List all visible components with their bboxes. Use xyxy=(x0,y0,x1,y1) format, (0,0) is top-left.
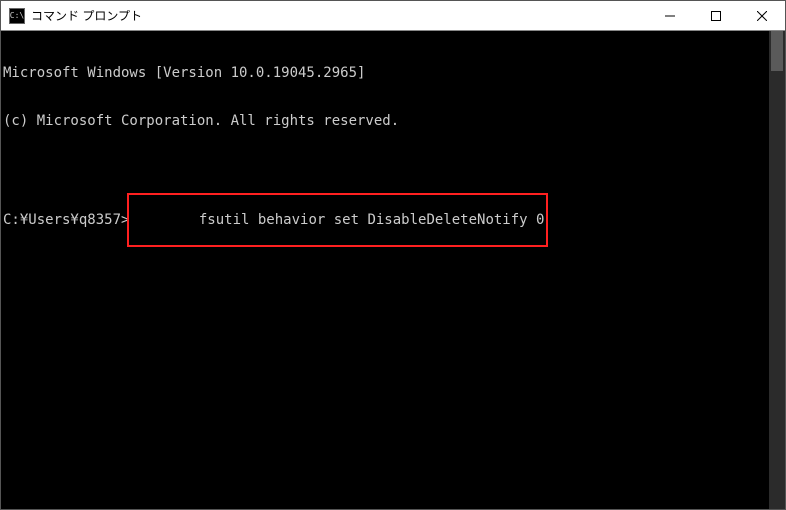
window-controls xyxy=(647,1,785,30)
maximize-button[interactable] xyxy=(693,1,739,30)
scrollbar[interactable] xyxy=(769,31,785,509)
command-text: fsutil behavior set DisableDeleteNotify … xyxy=(199,212,545,228)
scrollbar-thumb[interactable] xyxy=(771,31,783,71)
prompt-line: C:¥Users¥q8357> fsutil behavior set Disa… xyxy=(3,193,785,247)
minimize-icon xyxy=(665,11,675,21)
command-prompt-window: C:\ コマンド プロンプト Microsoft Windows [Ve xyxy=(0,0,786,510)
version-line: Microsoft Windows [Version 10.0.19045.29… xyxy=(3,65,785,81)
titlebar[interactable]: C:\ コマンド プロンプト xyxy=(1,1,785,31)
maximize-icon xyxy=(711,11,721,21)
minimize-button[interactable] xyxy=(647,1,693,30)
command-highlight: fsutil behavior set DisableDeleteNotify … xyxy=(127,193,548,247)
close-icon xyxy=(757,11,767,21)
prompt-text: C:¥Users¥q8357> xyxy=(3,212,129,228)
close-button[interactable] xyxy=(739,1,785,30)
copyright-line: (c) Microsoft Corporation. All rights re… xyxy=(3,113,785,129)
window-title: コマンド プロンプト xyxy=(31,7,647,24)
cmd-icon: C:\ xyxy=(9,8,25,24)
terminal-output[interactable]: Microsoft Windows [Version 10.0.19045.29… xyxy=(1,31,785,509)
